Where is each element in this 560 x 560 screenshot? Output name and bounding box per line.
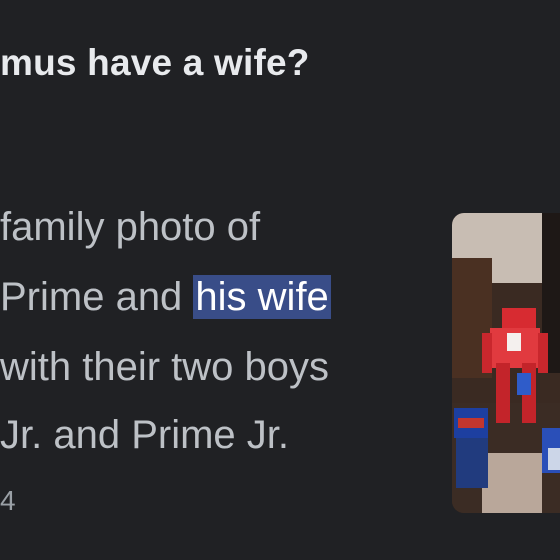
snippet-date: 4 bbox=[0, 485, 16, 516]
snippet-line-1: family photo of bbox=[0, 205, 261, 249]
thumbnail-image bbox=[452, 213, 560, 513]
question-heading[interactable]: mus have a wife? bbox=[0, 42, 310, 84]
snippet-line-3: with their two boys bbox=[0, 345, 330, 389]
result-thumbnail[interactable] bbox=[452, 213, 560, 513]
search-result-card: mus have a wife? family photo of Prime a… bbox=[0, 0, 560, 560]
snippet-line-4: Jr. and Prime Jr. bbox=[0, 413, 289, 457]
highlighted-answer: his wife bbox=[193, 275, 331, 319]
snippet-line-2-text: Prime and bbox=[0, 275, 194, 319]
snippet-line-2: Prime and his wife bbox=[0, 275, 331, 320]
